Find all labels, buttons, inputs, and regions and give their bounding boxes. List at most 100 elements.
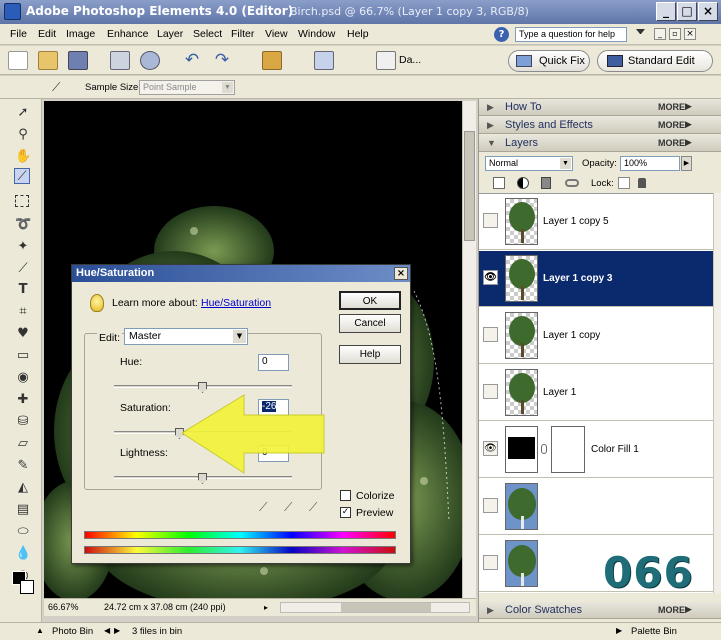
move-tool-icon[interactable]: ➚: [15, 105, 31, 121]
photo-bin-arrow-icon[interactable]: ▲: [36, 626, 44, 635]
menu-select[interactable]: Select: [193, 28, 222, 40]
paint-bucket-tool-icon[interactable]: ◭: [15, 480, 31, 496]
shape-tool-icon[interactable]: ⬭: [15, 524, 31, 540]
organizer-icon[interactable]: [262, 51, 282, 70]
layers-scrollbar[interactable]: [713, 193, 721, 593]
help-search-input[interactable]: Type a question for help: [515, 27, 627, 42]
menu-help[interactable]: Help: [347, 28, 369, 40]
visibility-toggle[interactable]: [483, 555, 498, 570]
visibility-toggle[interactable]: [483, 327, 498, 342]
colorize-checkbox[interactable]: [340, 490, 351, 501]
layer-row[interactable]: Layer 1 copy: [479, 308, 713, 364]
lock-transparency-checkbox[interactable]: [618, 177, 630, 189]
eyedropper-tool-icon[interactable]: ⟋: [14, 168, 30, 184]
save-icon[interactable]: [68, 51, 88, 70]
straighten-tool-icon[interactable]: ▭: [15, 348, 31, 364]
minimize-button[interactable]: _: [656, 2, 676, 21]
cookie-cutter-tool-icon[interactable]: ♥: [15, 326, 31, 342]
close-button[interactable]: ×: [698, 2, 718, 21]
menu-view[interactable]: View: [265, 28, 288, 40]
redo-icon[interactable]: ↷: [212, 51, 232, 70]
layer-row[interactable]: Layer 1 copy 5: [479, 194, 713, 250]
open-folder-icon[interactable]: [38, 51, 58, 70]
eyedropper-minus-icon[interactable]: ⟋: [309, 500, 323, 514]
visibility-toggle[interactable]: [483, 498, 498, 513]
standard-edit-button[interactable]: Standard Edit: [597, 50, 713, 72]
layer-row-selected[interactable]: 👁 Layer 1 copy 3: [479, 251, 713, 307]
type-tool-icon[interactable]: T: [15, 282, 31, 298]
menu-edit[interactable]: Edit: [38, 28, 56, 40]
edit-channel-select[interactable]: Master ▼: [124, 328, 248, 345]
lasso-tool-icon[interactable]: ➰: [15, 217, 31, 233]
eye-icon[interactable]: 👁: [483, 441, 498, 456]
link-layers-icon[interactable]: [565, 179, 579, 187]
help-dropdown-icon[interactable]: [636, 29, 645, 38]
new-layer-icon[interactable]: [493, 177, 505, 189]
calendar-icon[interactable]: [376, 51, 396, 70]
lock-icon[interactable]: [638, 178, 646, 188]
opacity-arrow-icon[interactable]: ▶: [681, 156, 692, 171]
menu-image[interactable]: Image: [66, 28, 95, 40]
opacity-field[interactable]: 100%: [620, 156, 680, 171]
eye-icon[interactable]: 👁: [483, 270, 498, 285]
how-to-palette-header[interactable]: ▶ How To MORE ▶: [479, 99, 721, 116]
cancel-button[interactable]: Cancel: [339, 314, 401, 333]
doc-restore-button[interactable]: ▫: [669, 28, 681, 40]
more-button[interactable]: MORE: [658, 605, 685, 615]
color-swatches-palette-header[interactable]: ▶ Color Swatches MORE ▶: [479, 602, 721, 619]
layer-row[interactable]: [479, 479, 713, 535]
blur-tool-icon[interactable]: 💧: [15, 546, 31, 562]
sample-size-select[interactable]: Point Sample ▼: [139, 80, 235, 95]
selection-brush-tool-icon[interactable]: ⟋: [15, 261, 31, 277]
visibility-toggle[interactable]: [483, 384, 498, 399]
dialog-close-button[interactable]: ×: [394, 267, 408, 280]
help-icon[interactable]: ?: [494, 27, 509, 42]
hand-tool-icon[interactable]: ✋: [15, 149, 31, 165]
vertical-scrollbar[interactable]: [462, 101, 476, 598]
create-icon[interactable]: [314, 51, 334, 70]
red-eye-tool-icon[interactable]: ◉: [15, 370, 31, 386]
menu-window[interactable]: Window: [298, 28, 335, 40]
menu-layer[interactable]: Layer: [157, 28, 183, 40]
clone-stamp-tool-icon[interactable]: ⛁: [15, 414, 31, 430]
more-button[interactable]: MORE: [658, 138, 685, 148]
more-button[interactable]: MORE: [658, 120, 685, 130]
healing-brush-tool-icon[interactable]: ✚: [15, 392, 31, 408]
more-button[interactable]: MORE: [658, 102, 685, 112]
doc-close-button[interactable]: ×: [684, 28, 696, 40]
doc-minimize-button[interactable]: _: [654, 28, 666, 40]
layer-row[interactable]: Layer 1: [479, 365, 713, 421]
maximize-button[interactable]: □: [677, 2, 697, 21]
trash-icon[interactable]: [541, 177, 551, 189]
quick-fix-button[interactable]: Quick Fix: [508, 50, 590, 72]
adjustment-layer-icon[interactable]: [517, 177, 529, 189]
menu-enhance[interactable]: Enhance: [107, 28, 148, 40]
photo-bin-label[interactable]: Photo Bin: [52, 626, 93, 637]
status-arrow-icon[interactable]: ▸: [264, 603, 274, 613]
print-icon[interactable]: [110, 51, 130, 70]
horizontal-scroll-thumb[interactable]: [341, 603, 431, 612]
ok-button[interactable]: OK: [339, 291, 401, 310]
background-color-swatch[interactable]: [20, 580, 34, 594]
eraser-tool-icon[interactable]: ▱: [15, 436, 31, 452]
new-file-icon[interactable]: [8, 51, 28, 70]
help-button[interactable]: Help: [339, 345, 401, 364]
zoom-tool-icon[interactable]: ⚲: [15, 127, 31, 143]
menu-filter[interactable]: Filter: [231, 28, 254, 40]
undo-icon[interactable]: ↶: [182, 51, 202, 70]
learn-more-link[interactable]: Hue/Saturation: [201, 297, 271, 309]
bin-arrow-right-icon[interactable]: ▶: [114, 626, 120, 635]
visibility-toggle[interactable]: [483, 213, 498, 228]
blend-mode-select[interactable]: Normal ▼: [485, 156, 573, 171]
online-services-icon[interactable]: [140, 51, 160, 70]
layer-row[interactable]: 👁 Color Fill 1: [479, 422, 713, 478]
magic-wand-tool-icon[interactable]: ✦: [15, 239, 31, 255]
pencil-tool-icon[interactable]: ✎: [15, 458, 31, 474]
bin-arrow-icon[interactable]: ◀: [104, 626, 110, 635]
hue-field[interactable]: 0: [258, 354, 289, 371]
styles-effects-palette-header[interactable]: ▶ Styles and Effects MORE ▶: [479, 117, 721, 134]
date-view-label[interactable]: Da...: [399, 54, 421, 66]
menu-file[interactable]: File: [10, 28, 27, 40]
gradient-tool-icon[interactable]: ▤: [15, 502, 31, 518]
layers-palette-header[interactable]: ▼ Layers MORE ▶: [479, 135, 721, 152]
